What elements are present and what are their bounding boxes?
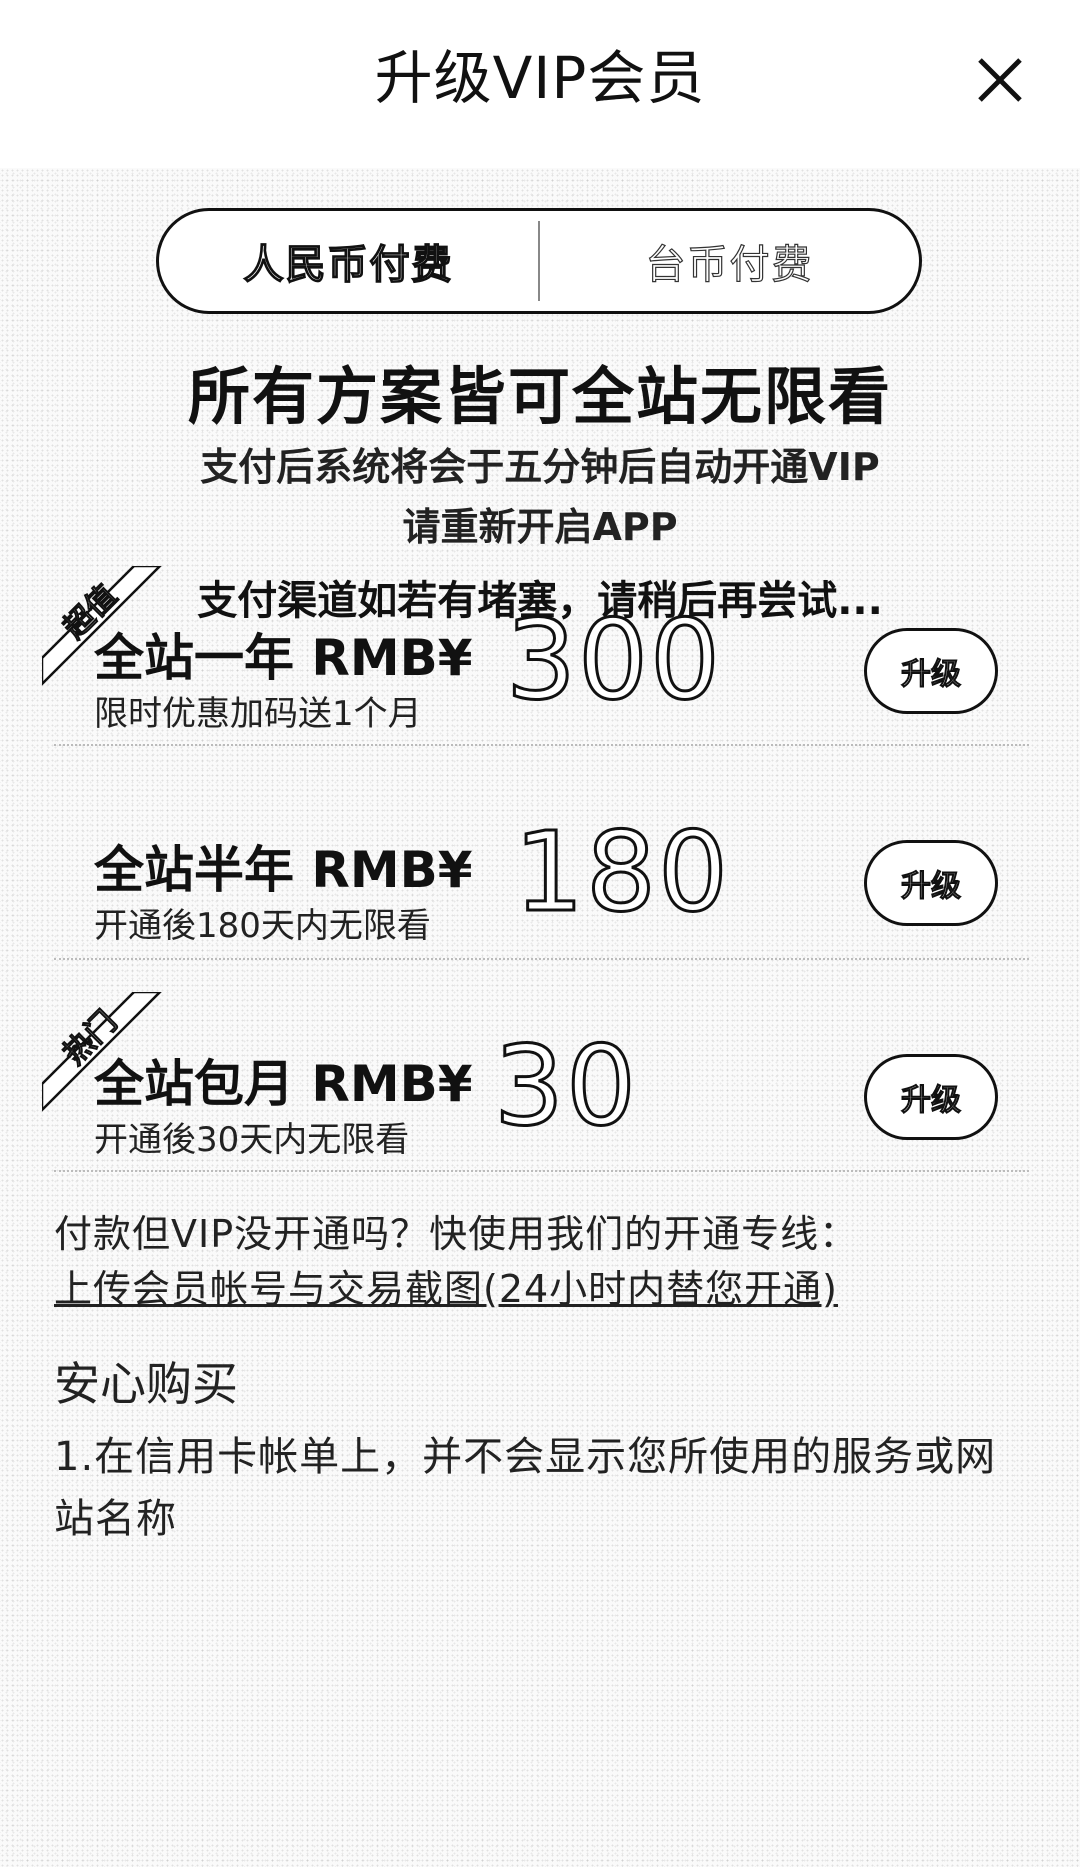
content: 人民币付费 台币付费 所有方案皆可全站无限看 支付后系统将会于五分钟后自动开通V…	[0, 168, 1080, 1867]
toggle-rmb[interactable]: 人民币付费	[159, 211, 538, 311]
plan-desc: 开通後30天内无限看	[94, 1120, 410, 1160]
plan-desc: 限时优惠加码送1个月	[94, 694, 422, 734]
page-title: 升级VIP会员	[374, 44, 706, 112]
notice-line-2: 请重新开启APP	[402, 505, 678, 549]
plan-price: 300	[505, 595, 722, 726]
plan-half-year: 全站半年 RMB¥ 180 开通後180天内无限看 升级	[54, 780, 1029, 956]
safe-item: 1.在信用卡帐单上，并不会显示您所使用的服务或网站名称	[54, 1434, 997, 1542]
help-text: 付款但VIP没开通吗？快使用我们的开通专线：	[54, 1212, 859, 1256]
plan-desc: 开通後180天内无限看	[94, 906, 431, 946]
headline: 所有方案皆可全站无限看	[187, 360, 892, 433]
plan-monthly: 热门 全站包月 RMB¥ 30 开通後30天内无限看 升级	[42, 992, 1029, 1170]
safe-purchase-title: 安心购买	[54, 1357, 238, 1411]
upload-screenshot-link[interactable]: 上传会员帐号与交易截图(24小时内替您开通)	[54, 1258, 838, 1313]
close-button[interactable]	[972, 52, 1028, 108]
close-icon	[978, 58, 1022, 102]
upgrade-button[interactable]: 升级	[864, 840, 998, 926]
upgrade-button[interactable]: 升级	[864, 1054, 998, 1140]
upgrade-button[interactable]: 升级	[864, 628, 998, 714]
plan-title: 全站半年 RMB¥	[94, 841, 473, 899]
plan-separator	[54, 1170, 1029, 1172]
header: 升级VIP会员	[0, 0, 1080, 168]
toggle-twd[interactable]: 台币付费	[540, 211, 919, 311]
notice-line-1: 支付后系统将会于五分钟后自动开通VIP	[200, 445, 880, 489]
plan-title: 全站一年 RMB¥	[94, 629, 473, 687]
plan-price: 180	[513, 807, 730, 938]
plan-title: 全站包月 RMB¥	[94, 1055, 473, 1113]
plan-price: 30	[493, 1021, 638, 1152]
plan-separator	[54, 744, 1029, 746]
plan-yearly: 超值 全站一年 RMB¥ 300 限时优惠加码送1个月 升级	[42, 566, 1029, 744]
payment-toggle: 人民币付费 台币付费	[156, 208, 922, 314]
plan-separator	[54, 958, 1029, 960]
